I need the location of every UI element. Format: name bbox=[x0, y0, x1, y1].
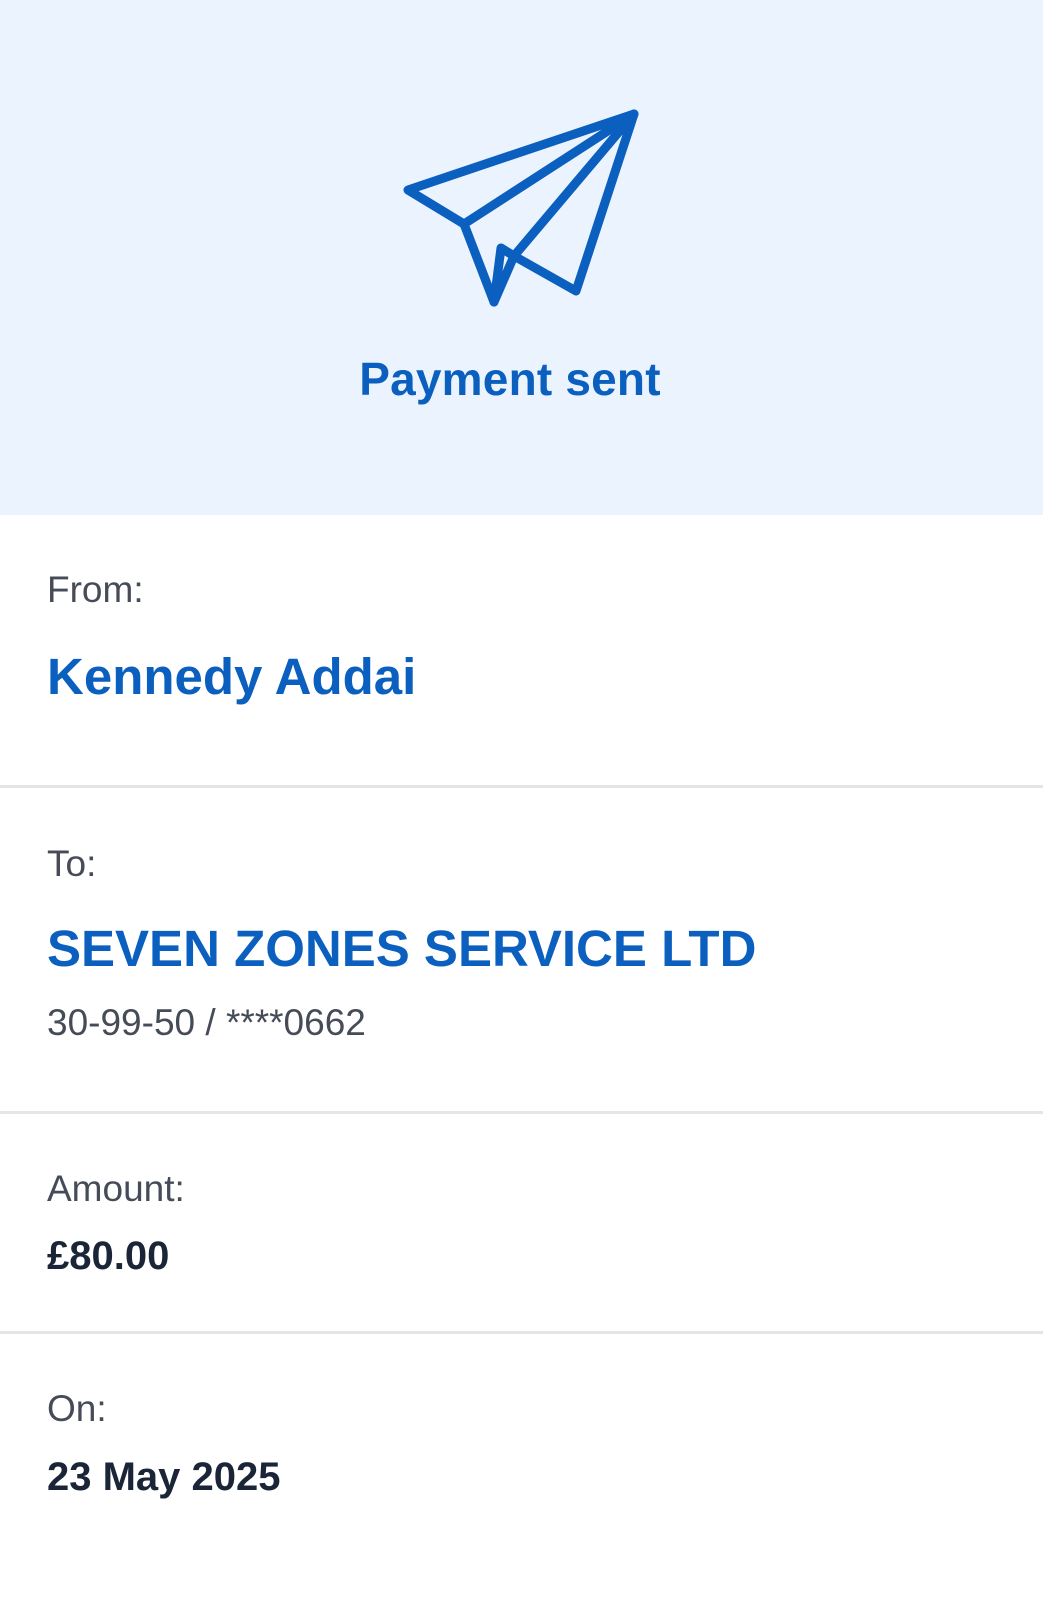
sender-name: Kennedy Addai bbox=[47, 648, 417, 705]
recipient-account: 30-99-50 / ****0662 bbox=[47, 1002, 366, 1043]
date-value: 23 May 2025 bbox=[47, 1455, 281, 1499]
amount-label: Amount: bbox=[47, 1168, 185, 1209]
to-section: To: SEVEN ZONES SERVICE LTD 30-99-50 / *… bbox=[0, 788, 1043, 1113]
from-label: From: bbox=[47, 569, 144, 610]
payment-confirmation-screen: Payment sent From: Kennedy Addai To: SEV… bbox=[0, 0, 1043, 1600]
date-section: On: 23 May 2025 bbox=[0, 1334, 1043, 1600]
recipient-name: SEVEN ZONES SERVICE LTD bbox=[47, 920, 757, 977]
amount-section: Amount: £80.00 bbox=[0, 1114, 1043, 1333]
amount-value: £80.00 bbox=[47, 1234, 170, 1278]
to-label: To: bbox=[47, 843, 97, 884]
date-label: On: bbox=[47, 1388, 107, 1429]
payment-status-header: Payment sent bbox=[0, 0, 1043, 515]
payment-status-title: Payment sent bbox=[359, 353, 661, 405]
from-section: From: Kennedy Addai bbox=[0, 515, 1043, 787]
paper-plane-icon bbox=[403, 109, 639, 307]
